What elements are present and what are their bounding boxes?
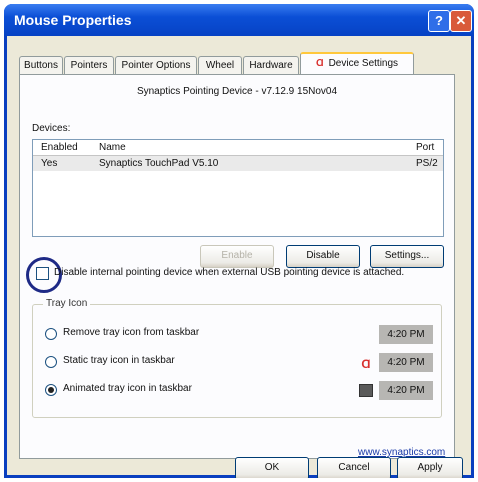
settings-button[interactable]: Settings... bbox=[370, 245, 444, 268]
cancel-button[interactable]: Cancel bbox=[317, 457, 391, 478]
group-title: Tray Icon bbox=[43, 298, 91, 309]
tab-label: Device Settings bbox=[328, 58, 399, 69]
column-header-name[interactable]: Name bbox=[99, 142, 126, 153]
option-label: Remove tray icon from taskbar bbox=[63, 327, 200, 338]
window-title: Mouse Properties bbox=[14, 12, 132, 28]
tray-preview-time: 4:20 PM bbox=[379, 353, 433, 372]
title-bar[interactable]: Mouse Properties ? ✕ bbox=[4, 4, 474, 36]
tab-device-settings[interactable]: Ɑ Device Settings bbox=[300, 52, 414, 76]
cell-port: PS/2 bbox=[416, 158, 438, 169]
tab-pointer-options[interactable]: Pointer Options bbox=[115, 56, 197, 74]
radio-button[interactable] bbox=[45, 384, 57, 396]
disable-internal-device-checkbox[interactable] bbox=[36, 267, 49, 280]
disable-button[interactable]: Disable bbox=[286, 245, 360, 268]
tab-hardware[interactable]: Hardware bbox=[243, 56, 299, 74]
cell-enabled: Yes bbox=[41, 158, 58, 169]
device-settings-panel: Synaptics Pointing Device - v7.12.9 15No… bbox=[19, 74, 455, 459]
tab-label: Pointer Options bbox=[121, 60, 191, 71]
apply-button[interactable]: Apply bbox=[397, 457, 463, 478]
tab-label: Hardware bbox=[249, 60, 293, 71]
close-button[interactable]: ✕ bbox=[450, 10, 472, 32]
tab-buttons[interactable]: Buttons bbox=[19, 56, 63, 74]
synaptics-logo-icon: Ɑ bbox=[315, 58, 324, 69]
driver-version-text: Synaptics Pointing Device - v7.12.9 15No… bbox=[136, 86, 338, 97]
tray-preview-time: 4:20 PM bbox=[379, 325, 433, 344]
tray-icon-group: Tray Icon Remove tray icon from taskbar … bbox=[32, 298, 442, 418]
tab-label: Wheel bbox=[205, 60, 235, 71]
tab-label: Buttons bbox=[24, 60, 58, 71]
checkbox-label: Disable internal pointing device when ex… bbox=[54, 267, 405, 278]
ok-button[interactable]: OK bbox=[235, 457, 309, 478]
enable-button[interactable]: Enable bbox=[200, 245, 274, 268]
radio-dot bbox=[48, 387, 54, 393]
radio-button[interactable] bbox=[45, 356, 57, 368]
option-label: Animated tray icon in taskbar bbox=[63, 383, 192, 394]
radio-button[interactable] bbox=[45, 328, 57, 340]
dialog-client-area: Buttons Pointers Pointer Options Wheel H… bbox=[7, 36, 471, 478]
tray-preview-time: 4:20 PM bbox=[379, 381, 433, 400]
devices-label: Devices: bbox=[32, 123, 71, 134]
mouse-properties-window: Mouse Properties ? ✕ Buttons Pointers Po… bbox=[4, 4, 474, 478]
column-header-enabled[interactable]: Enabled bbox=[41, 142, 78, 153]
tab-pointers[interactable]: Pointers bbox=[64, 56, 114, 74]
list-header: Enabled Name Port bbox=[33, 140, 443, 156]
column-header-port[interactable]: Port bbox=[416, 142, 434, 153]
tab-label: Pointers bbox=[70, 60, 108, 71]
table-row[interactable]: Yes Synaptics TouchPad V5.10 PS/2 bbox=[33, 156, 443, 171]
help-button[interactable]: ? bbox=[428, 10, 450, 32]
devices-list[interactable]: Enabled Name Port Yes Synaptics TouchPad… bbox=[32, 139, 444, 237]
option-label: Static tray icon in taskbar bbox=[63, 355, 175, 366]
touchpad-icon bbox=[359, 384, 373, 397]
tab-wheel[interactable]: Wheel bbox=[198, 56, 242, 74]
cell-name: Synaptics TouchPad V5.10 bbox=[99, 158, 219, 169]
synaptics-logo-icon: Ɑ bbox=[361, 357, 371, 371]
